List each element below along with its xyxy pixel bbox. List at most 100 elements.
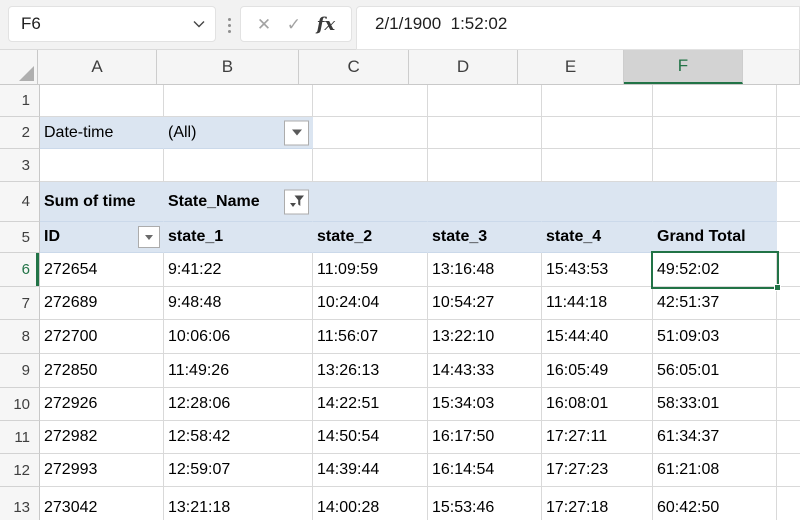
cell-A2[interactable]: Date-time: [40, 117, 164, 149]
row-header-7[interactable]: 7: [0, 287, 40, 320]
cell-C5[interactable]: state_2: [313, 222, 428, 253]
cell-B6[interactable]: 9:41:22: [164, 253, 313, 287]
cell-E13[interactable]: 17:27:18: [542, 487, 653, 520]
cell-A9[interactable]: 272850: [40, 354, 164, 388]
cell-C6[interactable]: 11:09:59: [313, 253, 428, 287]
cell-F3[interactable]: [653, 149, 777, 182]
cell-G9[interactable]: [777, 354, 800, 388]
cell-F5[interactable]: Grand Total: [653, 222, 777, 253]
cell-G1[interactable]: [777, 85, 800, 117]
cell-B11[interactable]: 12:58:42: [164, 421, 313, 454]
select-all-corner[interactable]: [0, 50, 38, 84]
row-header-12[interactable]: 12: [0, 454, 40, 487]
report-filter-dropdown-button[interactable]: [284, 120, 309, 145]
row-header-13[interactable]: 13: [0, 487, 40, 520]
cell-G7[interactable]: [777, 287, 800, 320]
cell-A7[interactable]: 272689: [40, 287, 164, 320]
row-header-5[interactable]: 5: [0, 222, 40, 253]
row-header-9[interactable]: 9: [0, 354, 40, 388]
cell-B4[interactable]: State_Name: [164, 182, 313, 222]
name-box[interactable]: F6: [8, 6, 216, 42]
cell-C9[interactable]: 13:26:13: [313, 354, 428, 388]
cell-E8[interactable]: 15:44:40: [542, 320, 653, 354]
cell-G8[interactable]: [777, 320, 800, 354]
chevron-down-icon[interactable]: [193, 20, 205, 28]
row-header-11[interactable]: 11: [0, 421, 40, 454]
cell-E6[interactable]: 15:43:53: [542, 253, 653, 287]
id-dropdown-button[interactable]: [138, 226, 160, 248]
cell-A5[interactable]: ID: [40, 222, 164, 253]
cell-A6[interactable]: 272654: [40, 253, 164, 287]
cell-E3[interactable]: [542, 149, 653, 182]
cell-B1[interactable]: [164, 85, 313, 117]
cell-D2[interactable]: [428, 117, 542, 149]
cell-D6[interactable]: 13:16:48: [428, 253, 542, 287]
cell-D4[interactable]: [428, 182, 542, 222]
cell-B9[interactable]: 11:49:26: [164, 354, 313, 388]
cell-C7[interactable]: 10:24:04: [313, 287, 428, 320]
cell-D10[interactable]: 15:34:03: [428, 388, 542, 421]
cell-D8[interactable]: 13:22:10: [428, 320, 542, 354]
cell-C3[interactable]: [313, 149, 428, 182]
state-name-filter-button[interactable]: [284, 189, 309, 214]
cell-G12[interactable]: [777, 454, 800, 487]
row-header-2[interactable]: 2: [0, 117, 40, 149]
cell-G6[interactable]: [777, 253, 800, 287]
cell-G4[interactable]: [777, 182, 800, 222]
cell-C10[interactable]: 14:22:51: [313, 388, 428, 421]
cell-E10[interactable]: 16:08:01: [542, 388, 653, 421]
row-header-10[interactable]: 10: [0, 388, 40, 421]
column-header-F[interactable]: F: [624, 50, 743, 84]
column-header-B[interactable]: B: [157, 50, 299, 84]
cell-E4[interactable]: [542, 182, 653, 222]
cell-A3[interactable]: [40, 149, 164, 182]
cell-F11[interactable]: 61:34:37: [653, 421, 777, 454]
cell-E1[interactable]: [542, 85, 653, 117]
cell-A12[interactable]: 272993: [40, 454, 164, 487]
cell-G11[interactable]: [777, 421, 800, 454]
cell-B10[interactable]: 12:28:06: [164, 388, 313, 421]
column-header-E[interactable]: E: [518, 50, 624, 84]
cell-C4[interactable]: [313, 182, 428, 222]
cell-G2[interactable]: [777, 117, 800, 149]
cell-D7[interactable]: 10:54:27: [428, 287, 542, 320]
insert-function-icon[interactable]: fx: [317, 14, 335, 35]
cell-E12[interactable]: 17:27:23: [542, 454, 653, 487]
cell-C1[interactable]: [313, 85, 428, 117]
cell-B7[interactable]: 9:48:48: [164, 287, 313, 320]
cell-G10[interactable]: [777, 388, 800, 421]
cell-A11[interactable]: 272982: [40, 421, 164, 454]
cell-D9[interactable]: 14:43:33: [428, 354, 542, 388]
cancel-icon[interactable]: ✕: [257, 16, 271, 33]
cell-D3[interactable]: [428, 149, 542, 182]
cell-D5[interactable]: state_3: [428, 222, 542, 253]
cell-B8[interactable]: 10:06:06: [164, 320, 313, 354]
cell-G13[interactable]: [777, 487, 800, 520]
cell-E11[interactable]: 17:27:11: [542, 421, 653, 454]
cell-B12[interactable]: 12:59:07: [164, 454, 313, 487]
cell-F7[interactable]: 42:51:37: [653, 287, 777, 320]
cell-F8[interactable]: 51:09:03: [653, 320, 777, 354]
column-header-C[interactable]: C: [299, 50, 409, 84]
column-header-A[interactable]: A: [38, 50, 157, 84]
cell-B3[interactable]: [164, 149, 313, 182]
column-header-D[interactable]: D: [409, 50, 518, 84]
enter-icon[interactable]: ✓: [287, 16, 301, 33]
cell-C12[interactable]: 14:39:44: [313, 454, 428, 487]
row-header-3[interactable]: 3: [0, 149, 40, 182]
cell-G3[interactable]: [777, 149, 800, 182]
cell-C11[interactable]: 14:50:54: [313, 421, 428, 454]
cell-F6[interactable]: 49:52:02: [653, 253, 777, 287]
cell-G5[interactable]: [777, 222, 800, 253]
cell-E9[interactable]: 16:05:49: [542, 354, 653, 388]
formula-input[interactable]: 2/1/1900 1:52:02: [356, 6, 800, 50]
drag-handle-dots-icon[interactable]: [224, 10, 234, 40]
cell-F9[interactable]: 56:05:01: [653, 354, 777, 388]
cell-E7[interactable]: 11:44:18: [542, 287, 653, 320]
cell-D1[interactable]: [428, 85, 542, 117]
cell-A8[interactable]: 272700: [40, 320, 164, 354]
cell-F2[interactable]: [653, 117, 777, 149]
cell-F4[interactable]: [653, 182, 777, 222]
cell-B13[interactable]: 13:21:18: [164, 487, 313, 520]
row-header-1[interactable]: 1: [0, 85, 40, 117]
